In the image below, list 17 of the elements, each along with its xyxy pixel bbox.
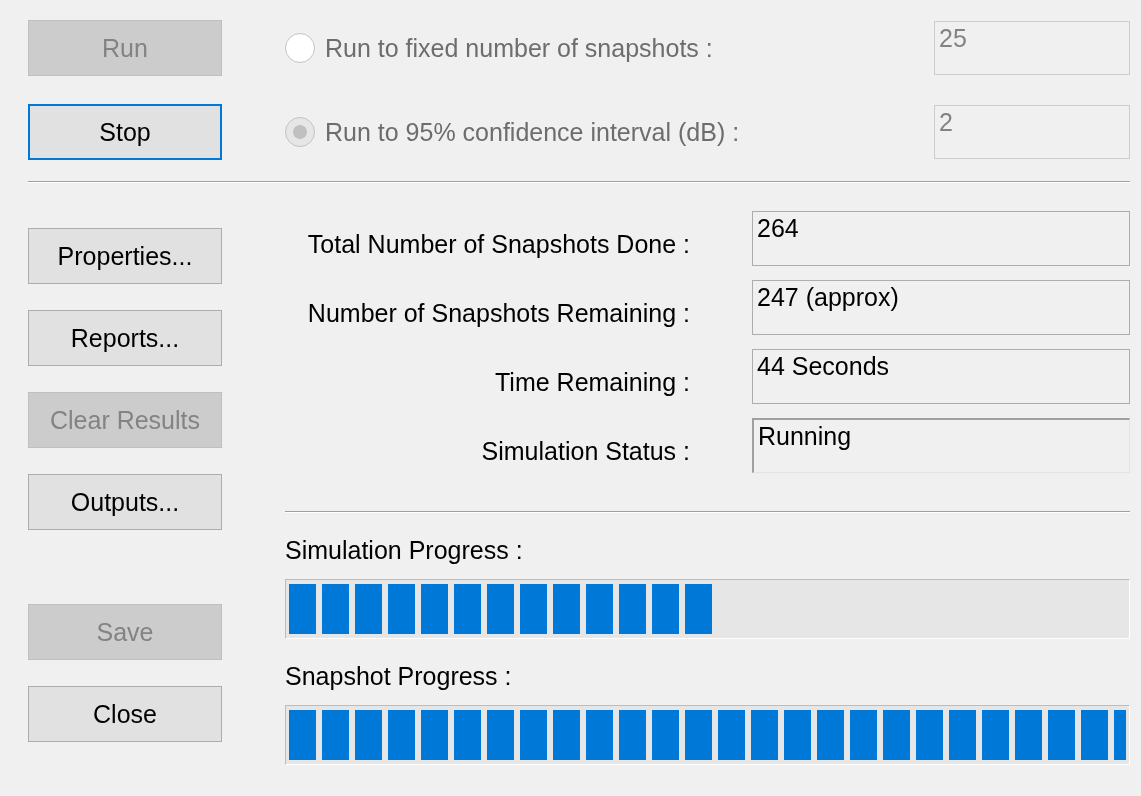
dialog-button[interactable]: Properties... — [28, 228, 222, 284]
radio-label: Run to 95% confidence interval (dB) : — [325, 117, 740, 147]
progress-label: Snapshot Progress : — [285, 661, 512, 691]
dialog-button[interactable]: Stop — [28, 104, 222, 160]
dialog-button[interactable]: Reports... — [28, 310, 222, 366]
field-label: Number of Snapshots Remaining : — [306, 298, 690, 328]
input-field[interactable]: 44 Seconds — [752, 349, 1130, 404]
field-label: Simulation Status : — [480, 436, 690, 466]
radio-label: Run to fixed number of snapshots : — [325, 33, 713, 63]
field-label: Time Remaining : — [494, 367, 690, 397]
progress-label: Simulation Progress : — [285, 535, 523, 565]
status-field[interactable]: Running — [752, 418, 1130, 473]
input-field[interactable]: 247 (approx) — [752, 280, 1130, 335]
dialog-button[interactable]: Outputs... — [28, 474, 222, 530]
input-field[interactable]: 264 — [752, 211, 1130, 266]
field-label: Total Number of Snapshots Done : — [306, 229, 690, 259]
dialog-button[interactable]: Close — [28, 686, 222, 742]
